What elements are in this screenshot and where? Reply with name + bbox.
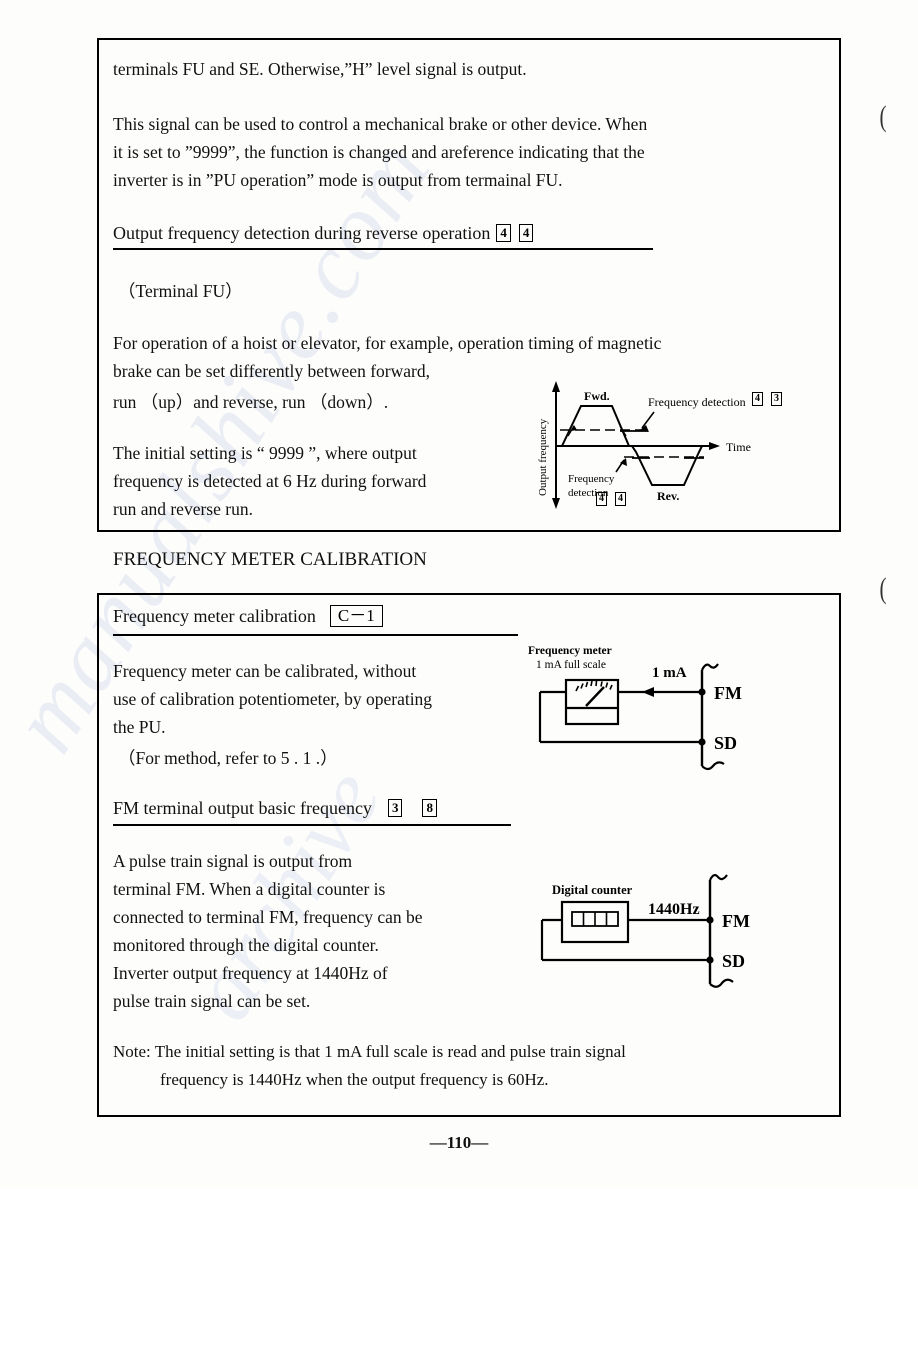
counter-caption: Digital counter bbox=[552, 883, 633, 897]
margin-curl-mark-bottom: ( bbox=[879, 572, 887, 605]
subheading-b-label: FM terminal output basic frequency bbox=[113, 798, 372, 818]
reference-box-4: 8 bbox=[422, 799, 437, 817]
paragraph-pulse-train-line-3: connected to terminal FM, frequency can … bbox=[113, 907, 423, 927]
subheading-a-underline bbox=[113, 634, 518, 636]
paragraph-hoist-line-1: For operation of a hoist or elevator, fo… bbox=[113, 333, 662, 353]
paragraph-initial-setting-line-1: The initial setting is “ 9999 ”, where o… bbox=[113, 443, 417, 463]
paragraph-calibration-line-3: the PU. bbox=[113, 717, 166, 737]
waveform-annotation-bottom-1: Frequency bbox=[568, 473, 615, 485]
paragraph-calibration-method-ref: （For method, refer to 5 . 1 .） bbox=[118, 748, 338, 768]
waveform-ref-box-top-2: 3 bbox=[771, 392, 782, 406]
scanned-page: manualshive.com archive terminals FU and… bbox=[0, 0, 918, 1188]
frequency-meter-circuit-diagram: Frequency meter 1 mA full scale 1 mA FM … bbox=[524, 642, 824, 777]
counter-terminal-node-sd bbox=[706, 956, 714, 964]
waveform-ref-box-bottom-2: 4 bbox=[615, 492, 626, 506]
paragraph-pulse-train-line-6: pulse train signal can be set. bbox=[113, 991, 311, 1011]
terminal-node-fm bbox=[698, 688, 706, 696]
terminal-node-sd bbox=[698, 738, 706, 746]
waveform-x-axis-label: Time bbox=[726, 440, 751, 454]
meter-needle bbox=[585, 686, 605, 707]
margin-curl-mark-top: ( bbox=[879, 100, 887, 133]
subheading-a-label: Frequency meter calibration bbox=[113, 606, 316, 626]
paragraph-calibration-line-1: Frequency meter can be calibrated, witho… bbox=[113, 661, 417, 681]
subheading-label: Output frequency detection during revers… bbox=[113, 223, 491, 243]
paragraph-hoist-line-3: run （up）and reverse, run （down）. bbox=[113, 392, 389, 412]
paragraph-signal-line-2: it is set to ”9999”, the function is cha… bbox=[113, 142, 645, 162]
current-direction-arrow bbox=[642, 687, 654, 697]
counter-frequency-label: 1440Hz bbox=[648, 901, 700, 918]
waveform-ref-box-top-1: 4 bbox=[752, 392, 763, 406]
counter-terminal-label-fm: FM bbox=[722, 911, 750, 931]
counter-terminal-node-fm bbox=[706, 916, 714, 924]
waveform-diagram: Time Output frequency Fwd. Rev. Frequenc… bbox=[524, 378, 834, 518]
paragraph-hoist-line-2: brake can be set differently between for… bbox=[113, 361, 430, 381]
analog-meter-body bbox=[564, 678, 620, 726]
waveform-bottom-refs: 4 4 bbox=[594, 490, 628, 508]
paragraph-initial-setting-line-3: run and reverse run. bbox=[113, 499, 253, 519]
paragraph-pulse-train-line-1: A pulse train signal is output from bbox=[113, 851, 353, 871]
reference-box-1: 4 bbox=[496, 224, 511, 242]
paragraph-signal-line-3: inverter is in ”PU operation” mode is ou… bbox=[113, 170, 563, 190]
paragraph-calibration-line-2: use of calibration potentiometer, by ope… bbox=[113, 689, 433, 709]
waveform-reverse-label: Rev. bbox=[657, 489, 679, 503]
note-line-1: Note: The initial setting is that 1 mA f… bbox=[113, 1042, 626, 1061]
terminal-label-fm: FM bbox=[714, 683, 742, 703]
waveform-y-axis-label: Output frequency bbox=[537, 418, 549, 496]
paragraph-pulse-train-line-2: terminal FM. When a digital counter is bbox=[113, 879, 386, 899]
meter-current-label: 1 mA bbox=[652, 665, 687, 681]
subheading-output-frequency-detection: Output frequency detection during revers… bbox=[113, 223, 535, 244]
meter-caption-line-1: Frequency meter bbox=[528, 645, 612, 657]
waveform-forward-label: Fwd. bbox=[584, 389, 610, 403]
paragraph-pulse-train-line-4: monitored through the digital counter. bbox=[113, 935, 379, 955]
terminal-fu-note: （Terminal FU） bbox=[118, 281, 243, 301]
waveform-ref-box-bottom-1: 4 bbox=[596, 492, 607, 506]
note-line-2: frequency is 1440Hz when the output freq… bbox=[160, 1070, 549, 1089]
digital-counter-circuit-diagram: Digital counter 1440Hz FM SD bbox=[524, 872, 824, 1002]
subheading-underline bbox=[113, 248, 653, 250]
paragraph-pulse-train-line-5: Inverter output frequency at 1440Hz of bbox=[113, 963, 388, 983]
terminal-label-sd: SD bbox=[714, 733, 737, 753]
paragraph-signal-line-1: This signal can be used to control a mec… bbox=[113, 114, 648, 134]
subheading-b-underline bbox=[113, 824, 511, 826]
waveform-annotation-top: Frequency detection bbox=[648, 395, 746, 409]
reference-box-3: 3 bbox=[387, 799, 403, 817]
paragraph-initial-setting-line-2: frequency is detected at 6 Hz during for… bbox=[113, 471, 427, 491]
paragraph-terminals-fu-se: terminals FU and SE. Otherwise,”H” level… bbox=[113, 59, 527, 79]
subheading-fm-terminal-output: FM terminal output basic frequency 3 8 bbox=[113, 798, 439, 819]
counter-terminal-label-sd: SD bbox=[722, 951, 745, 971]
page-number: —110— bbox=[429, 1133, 489, 1152]
reference-box-2: 4 bbox=[518, 224, 534, 242]
meter-caption-line-2: 1 mA full scale bbox=[536, 659, 606, 671]
waveform-top-refs: 4 3 bbox=[750, 390, 784, 408]
subheading-frequency-meter-calibration: Frequency meter calibration C－1 bbox=[113, 605, 383, 627]
section-title-frequency-meter-calibration: FREQUENCY METER CALIBRATION bbox=[113, 549, 427, 570]
code-box-c1: C－1 bbox=[329, 605, 383, 627]
